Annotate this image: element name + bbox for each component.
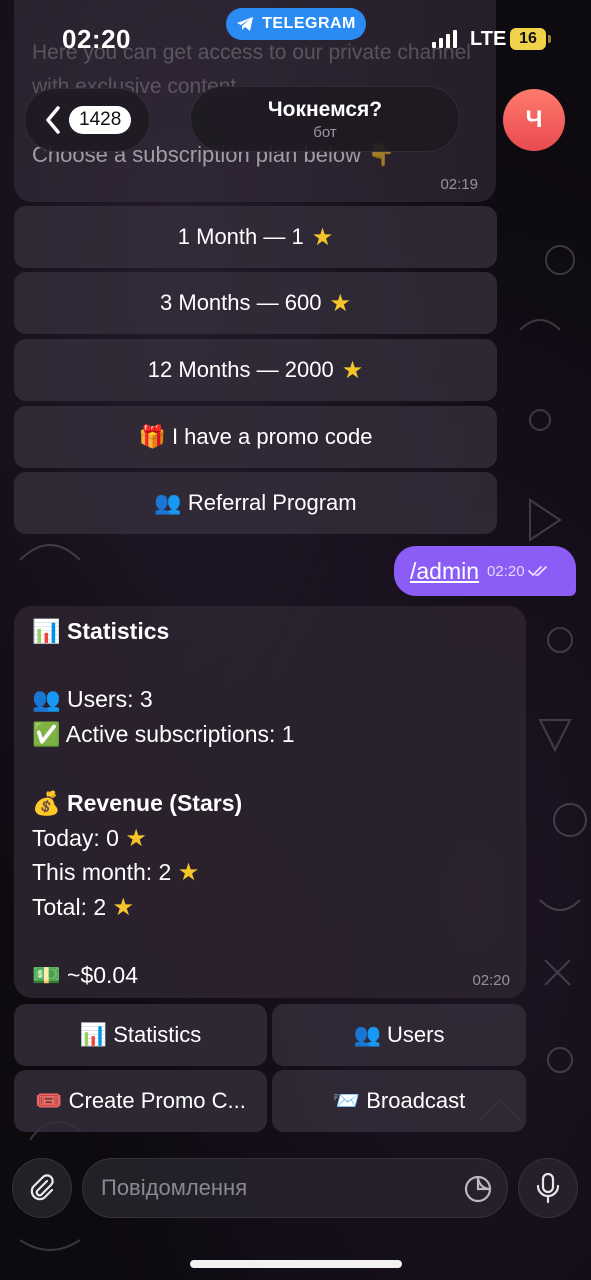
sticker-icon[interactable] xyxy=(463,1174,493,1204)
stats-today: Today: 0 ★ xyxy=(32,824,147,853)
message-time: 02:20 xyxy=(487,562,525,580)
button-label: 🎁 I have a promo code xyxy=(138,424,373,449)
status-bar: 02:20 TELEGRAM LTE 16 xyxy=(0,0,591,80)
telegram-pill[interactable]: TELEGRAM xyxy=(226,8,366,40)
message-input-container[interactable] xyxy=(82,1158,508,1218)
message-time: 02:20 xyxy=(472,972,510,989)
button-label: 3 Months — 600 xyxy=(160,290,322,315)
stats-revenue-heading: 💰 Revenue (Stars) xyxy=(32,790,243,816)
stats-active-subscriptions: ✅ Active subscriptions: 1 xyxy=(32,721,295,747)
admin-statistics-button[interactable]: 📊 Statistics xyxy=(14,1004,267,1066)
chat-avatar[interactable]: Ч xyxy=(503,89,565,151)
chat-name: Чокнемся? xyxy=(267,97,383,121)
battery-icon: 16 xyxy=(510,28,551,50)
paperclip-icon xyxy=(30,1174,54,1201)
battery-level: 16 xyxy=(519,30,537,47)
statistics-message: 📊 Statistics 👥 Users: 3 ✅ Active subscri… xyxy=(14,606,526,998)
admin-users-button[interactable]: 👥 Users xyxy=(272,1004,526,1066)
back-button[interactable]: 1428 xyxy=(24,88,150,152)
home-indicator[interactable] xyxy=(190,1260,402,1268)
chat-title[interactable]: Чокнемся? бот xyxy=(190,86,460,152)
star-icon: ★ xyxy=(311,223,334,251)
button-label: 👥 Referral Program xyxy=(154,490,357,515)
plan-3-months-button[interactable]: 3 Months — 600 ★ xyxy=(14,272,497,334)
stats-heading: 📊 Statistics xyxy=(32,618,170,644)
star-icon: ★ xyxy=(329,289,351,317)
attach-button[interactable] xyxy=(12,1158,72,1218)
stats-usd: 💵 ~$0.04 xyxy=(32,962,139,988)
voice-record-button[interactable] xyxy=(518,1158,578,1218)
plan-1-month-button[interactable]: 1 Month — 1 ★ xyxy=(14,206,497,268)
star-icon: ★ xyxy=(177,859,200,886)
network-type: LTE xyxy=(470,28,507,50)
admin-command-link[interactable]: /admin xyxy=(410,558,479,585)
chevron-left-icon xyxy=(46,106,60,134)
unread-count-badge: 1428 xyxy=(69,106,132,134)
stats-month-text: This month: 2 xyxy=(32,859,172,885)
telegram-pill-label: TELEGRAM xyxy=(262,15,356,32)
button-label: 12 Months — 2000 xyxy=(147,357,334,382)
admin-create-promo-button[interactable]: 🎟️ Create Promo C... xyxy=(14,1070,267,1132)
promo-code-button[interactable]: 🎁 I have a promo code xyxy=(14,406,497,468)
stats-total-text: Total: 2 xyxy=(32,894,107,920)
message-time: 02:19 xyxy=(440,176,478,193)
stats-users: 👥 Users: 3 xyxy=(32,686,153,712)
star-icon: ★ xyxy=(112,894,135,921)
star-icon: ★ xyxy=(341,356,364,384)
stats-today-text: Today: 0 xyxy=(32,825,119,851)
button-label: 🎟️ Create Promo C... xyxy=(35,1088,246,1113)
plan-12-months-button[interactable]: 12 Months — 2000 ★ xyxy=(14,339,497,401)
chat-subtitle: бот xyxy=(313,123,337,141)
outgoing-message: /admin 02:20 xyxy=(394,546,576,596)
message-composer xyxy=(0,1150,591,1230)
stats-month: This month: 2 ★ xyxy=(32,858,199,887)
stats-total: Total: 2 ★ xyxy=(32,893,134,922)
button-label: 📊 Statistics xyxy=(79,1022,202,1047)
double-check-icon xyxy=(527,566,547,577)
button-label: 1 Month — 1 xyxy=(177,224,304,249)
button-label: 👥 Users xyxy=(353,1022,445,1047)
signal-icon xyxy=(432,30,457,48)
microphone-icon xyxy=(536,1172,560,1204)
admin-broadcast-button[interactable]: 📨 Broadcast xyxy=(272,1070,526,1132)
status-time: 02:20 xyxy=(62,24,131,54)
referral-program-button[interactable]: 👥 Referral Program xyxy=(14,472,497,534)
telegram-plane-icon xyxy=(237,17,254,31)
button-label: 📨 Broadcast xyxy=(332,1088,466,1113)
message-input[interactable] xyxy=(101,1175,441,1201)
star-icon: ★ xyxy=(125,825,147,852)
